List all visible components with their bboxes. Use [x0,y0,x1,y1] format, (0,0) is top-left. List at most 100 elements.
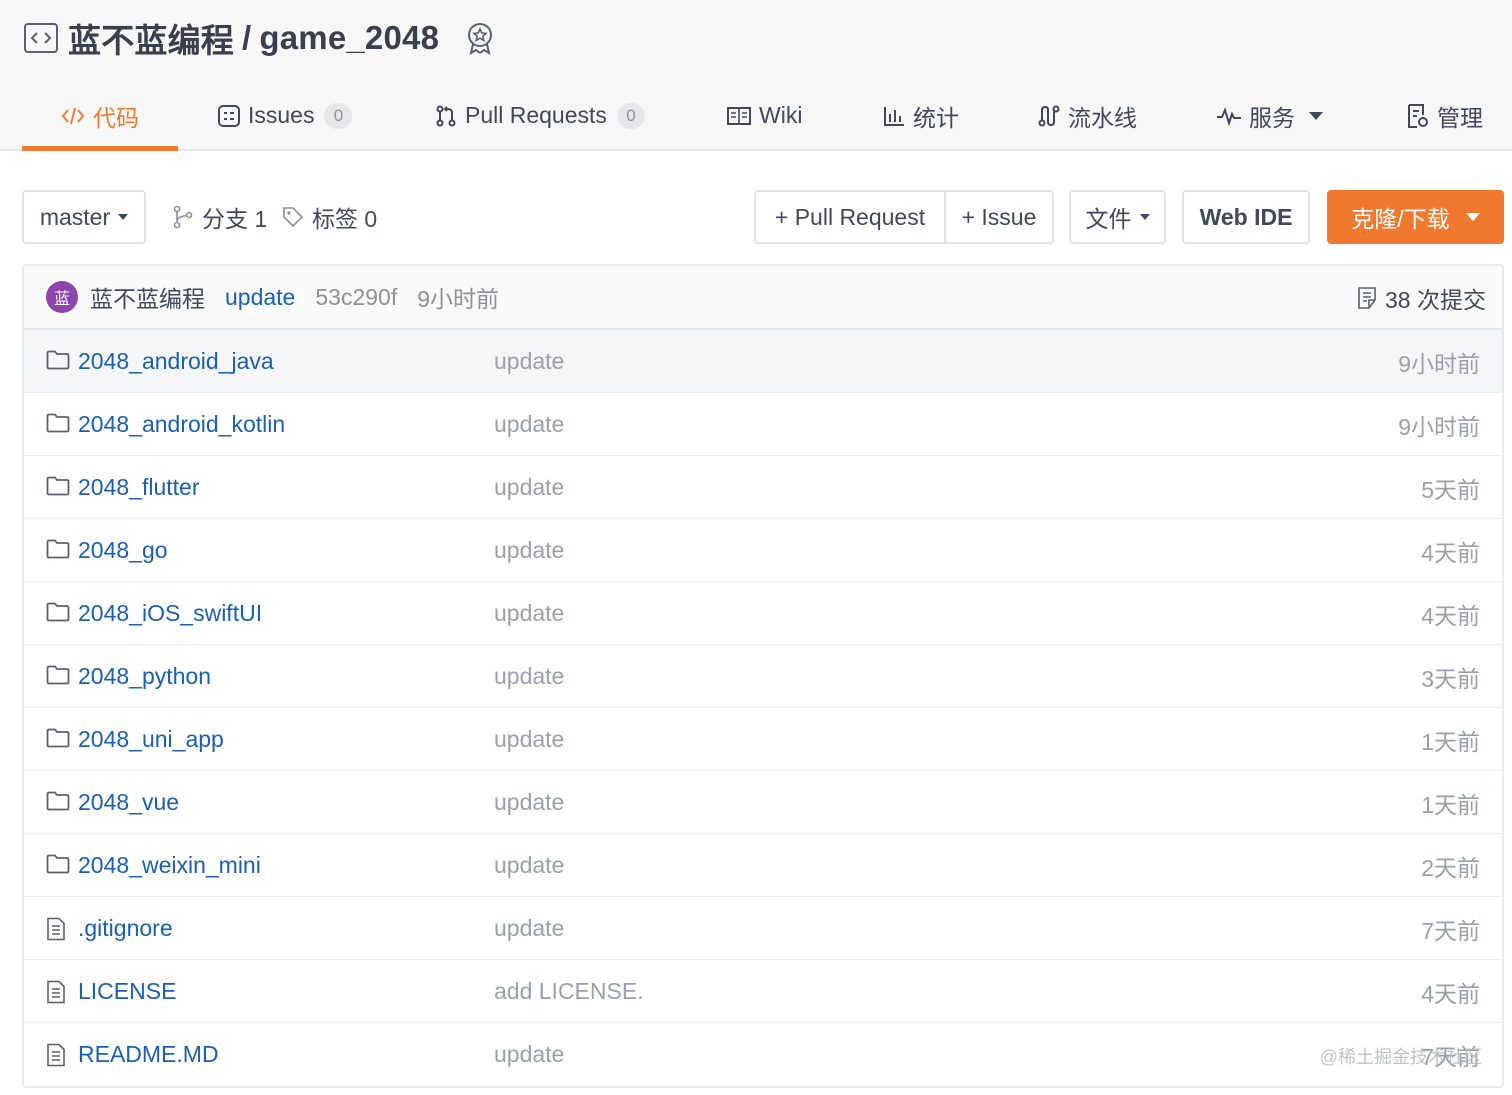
file-row[interactable]: LICENSE add LICENSE. 4天前 [24,960,1502,1023]
tab-manage-label: 管理 [1437,104,1483,131]
commit-count-label: 38 次提交 [1385,287,1486,313]
stats-icon [884,106,904,126]
repo-owner-link[interactable]: 蓝不蓝编程 [68,14,234,62]
file-name-link[interactable]: 2048_android_kotlin [78,393,285,456]
file-commit-message[interactable]: update [494,393,564,456]
tab-stats[interactable]: 统计 [882,82,959,149]
file-commit-message[interactable]: update [494,708,564,771]
branch-icon [173,205,193,229]
branch-select[interactable]: master [22,190,146,244]
file-commit-message[interactable]: update [494,834,564,897]
file-row[interactable]: README.MD update 7天前 [24,1023,1502,1086]
tab-pipeline-label: 流水线 [1068,104,1137,131]
new-issue-button[interactable]: + Issue [944,192,1052,242]
folder-icon [46,728,70,753]
commit-count-link[interactable]: 38 次提交 [1357,266,1486,330]
file-name-link[interactable]: 2048_python [78,645,211,708]
file-menu-button[interactable]: 文件 [1069,190,1166,244]
tag-icon [283,207,304,228]
file-row[interactable]: 2048_android_kotlin update 9小时前 [24,393,1502,456]
commit-message[interactable]: update [225,284,295,311]
file-row[interactable]: 2048_flutter update 5天前 [24,456,1502,519]
file-commit-time: 4天前 [1421,602,1480,629]
file-row[interactable]: 2048_uni_app update 1天前 [24,708,1502,771]
tags-link[interactable]: 标签 0 [282,190,377,244]
tab-code[interactable]: 代码 [60,82,139,149]
file-row[interactable]: 2048_python update 3天前 [24,645,1502,708]
file-row[interactable]: 2048_weixin_mini update 2天前 [24,834,1502,897]
tab-wiki-label: Wiki [759,102,803,128]
file-commit-message[interactable]: update [494,519,564,582]
tab-issues[interactable]: Issues 0 [217,82,353,149]
file-name-link[interactable]: LICENSE [78,960,176,1023]
manage-icon [1408,103,1428,128]
file-name-link[interactable]: 2048_go [78,519,168,582]
tab-wiki[interactable]: Wiki [726,82,802,149]
file-icon [46,1043,66,1072]
tab-manage[interactable]: 管理 [1406,82,1483,149]
repo-name-link[interactable]: game_2048 [259,19,439,57]
tab-stats-label: 统计 [913,104,959,131]
tab-pull-requests[interactable]: Pull Requests 0 [434,82,645,149]
file-name-link[interactable]: 2048_android_java [78,330,274,393]
commits-icon [1358,287,1376,309]
file-commit-message[interactable]: update [494,330,564,393]
folder-icon [46,413,70,438]
file-name-link[interactable]: README.MD [78,1023,219,1086]
file-commit-message[interactable]: update [494,456,564,519]
file-icon [46,980,66,1009]
file-name-link[interactable]: 2048_uni_app [78,708,224,771]
file-row[interactable]: 2048_vue update 1天前 [24,771,1502,834]
file-commit-message[interactable]: add LICENSE. [494,960,644,1023]
file-commit-time: 4天前 [1421,539,1480,566]
tab-issues-label: Issues [248,102,315,128]
tab-services[interactable]: 服务 [1216,82,1323,149]
chevron-down-icon [1465,213,1480,221]
file-icon [46,917,66,946]
issues-icon [218,104,240,127]
file-row[interactable]: 2048_go update 4天前 [24,519,1502,582]
file-commit-message[interactable]: update [494,897,564,960]
file-name-link[interactable]: 2048_iOS_swiftUI [78,582,262,645]
file-commit-time: 1天前 [1421,791,1480,818]
commit-author[interactable]: 蓝不蓝编程 [90,280,205,314]
file-name-link[interactable]: 2048_weixin_mini [78,834,261,897]
file-row[interactable]: .gitignore update 7天前 [24,897,1502,960]
file-row[interactable]: 2048_android_java update 9小时前 [24,330,1502,393]
repo-header: 蓝不蓝编程 / game_2048 代码 Issues 0 Pull Reque… [0,0,1512,151]
code-repo-icon [24,23,58,53]
clone-download-button[interactable]: 克隆/下载 [1327,190,1504,244]
file-name-link[interactable]: 2048_flutter [78,456,199,519]
file-name-link[interactable]: .gitignore [78,897,173,960]
active-tab-indicator [22,146,178,151]
file-commit-time: 2天前 [1421,854,1480,881]
commit-sha[interactable]: 53c290f [315,284,397,311]
web-ide-button[interactable]: Web IDE [1182,190,1310,244]
file-commit-time: 9小时前 [1398,413,1480,440]
tab-services-label: 服务 [1249,104,1295,131]
file-name-link[interactable]: 2048_vue [78,771,179,834]
file-commit-message[interactable]: update [494,1023,564,1086]
file-browser: 蓝 蓝不蓝编程 update 53c290f 9小时前 38 次提交 2048_… [22,264,1504,1088]
file-commit-time: 7天前 [1421,917,1480,944]
service-icon [1217,106,1241,126]
file-commit-message[interactable]: update [494,771,564,834]
pipeline-icon [1038,105,1060,126]
file-commit-message[interactable]: update [494,582,564,645]
tab-pull-requests-label: Pull Requests [465,102,607,128]
new-pull-request-button[interactable]: + Pull Request [756,192,944,242]
wiki-icon [727,106,751,125]
award-badge-icon[interactable] [463,21,497,55]
avatar[interactable]: 蓝 [46,281,78,313]
latest-commit-bar: 蓝 蓝不蓝编程 update 53c290f 9小时前 38 次提交 [24,266,1502,330]
branches-link[interactable]: 分支 1 [172,190,267,244]
folder-icon [46,665,70,690]
file-commit-time: 1天前 [1421,728,1480,755]
file-commit-time: 3天前 [1421,665,1480,692]
file-commit-message[interactable]: update [494,645,564,708]
repo-title: 蓝不蓝编程 / game_2048 [24,16,497,60]
repo-toolbar: master 分支 1 标签 0 + Pull Request + Issue … [0,190,1512,244]
branches-label: 分支 1 [202,206,268,232]
file-row[interactable]: 2048_iOS_swiftUI update 4天前 [24,582,1502,645]
tab-pipeline[interactable]: 流水线 [1037,82,1137,149]
